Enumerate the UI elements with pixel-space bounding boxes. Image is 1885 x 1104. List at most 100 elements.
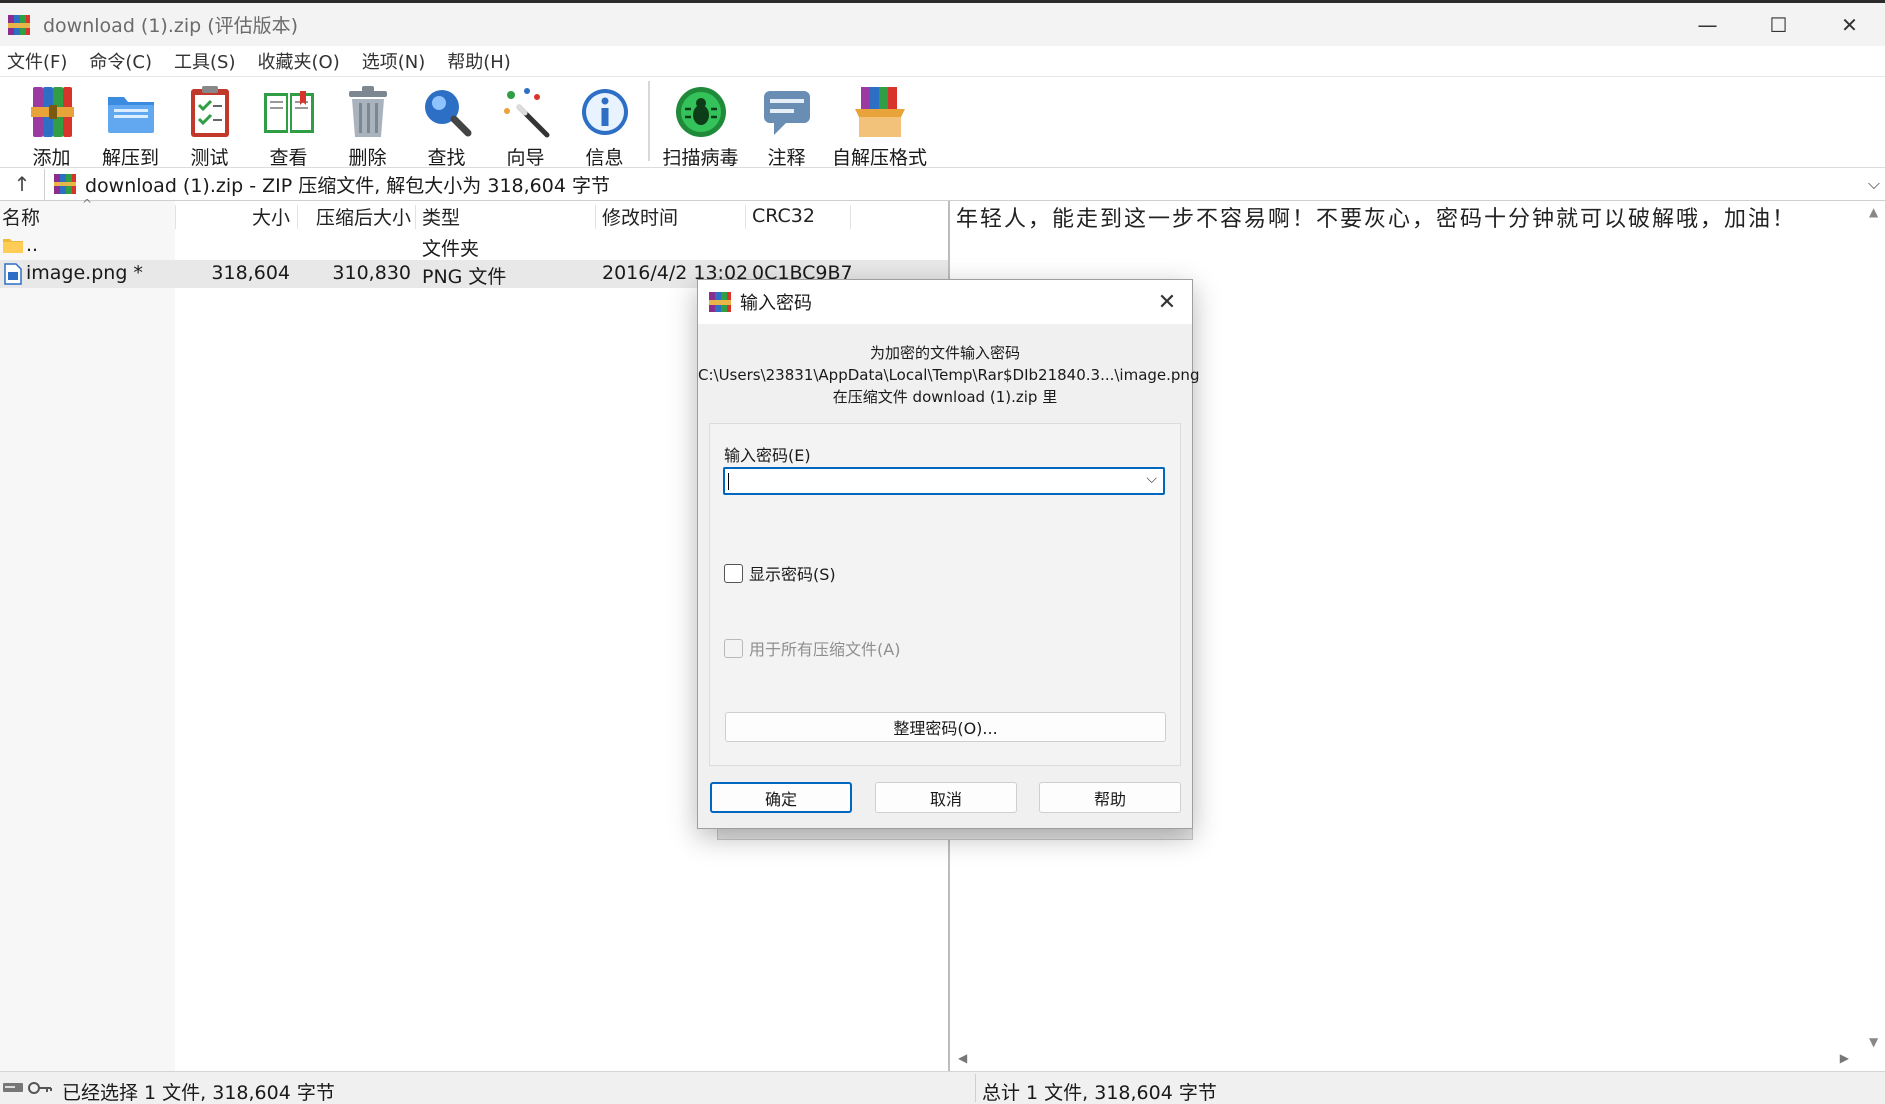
- extract-folder-icon: [107, 97, 154, 133]
- scroll-left-icon[interactable]: ◀: [958, 1051, 967, 1065]
- help-button[interactable]: 帮助: [1039, 782, 1181, 813]
- scroll-up-icon[interactable]: ▲: [1869, 205, 1878, 219]
- file-name: image.png *: [26, 262, 143, 284]
- column-header-size[interactable]: 大小: [176, 201, 290, 231]
- extract-to-button[interactable]: 解压到: [91, 77, 170, 170]
- checkbox-box[interactable]: [724, 563, 743, 583]
- menu-favorites[interactable]: 收藏夹(O): [258, 48, 340, 74]
- toolbar-separator: [648, 81, 650, 161]
- column-header-type[interactable]: 类型: [422, 201, 592, 231]
- path-text: download (1).zip - ZIP 压缩文件, 解包大小为 318,6…: [85, 174, 610, 197]
- minimize-button[interactable]: —: [1672, 3, 1743, 46]
- menu-options[interactable]: 选项(N): [362, 48, 426, 74]
- wizard-button[interactable]: 向导: [486, 77, 565, 170]
- winrar-app-icon: [8, 14, 30, 35]
- column-header-packed[interactable]: 压缩后大小: [298, 201, 411, 231]
- info-button[interactable]: 信息: [565, 77, 644, 170]
- comment-button[interactable]: 注释: [747, 77, 826, 170]
- path-bar: ↑ download (1).zip - ZIP 压缩文件, 解包大小为 318…: [0, 168, 1885, 201]
- view-button[interactable]: 查看: [249, 77, 328, 170]
- dialog-title: 输入密码: [740, 293, 812, 314]
- toolbar: 添加 解压到 测试 查看 删除 查找 向导 信息 扫描病毒 注释 自解压格式: [0, 76, 1885, 170]
- menu-help[interactable]: 帮助(H): [447, 48, 511, 74]
- status-total: 总计 1 文件, 318,604 字节: [982, 1082, 1217, 1104]
- find-button[interactable]: 查找: [407, 77, 486, 170]
- column-divider[interactable]: [850, 205, 851, 229]
- path-field[interactable]: download (1).zip - ZIP 压缩文件, 解包大小为 318,6…: [44, 168, 1885, 200]
- drive-icon: [3, 1083, 23, 1092]
- status-selection: 已经选择 1 文件, 318,604 字节: [62, 1082, 335, 1104]
- file-size: 318,604: [211, 262, 290, 284]
- password-group: 输入密码(E) ⌵ 显示密码(S) 用于所有压缩文件(A) 整理密码(O)...: [709, 423, 1181, 766]
- key-lock-icon: [28, 1082, 52, 1094]
- column-divider[interactable]: [745, 205, 746, 229]
- horizontal-scrollbar[interactable]: ◀ ▶: [950, 1051, 1867, 1071]
- view-book-icon: [263, 91, 314, 133]
- menu-commands[interactable]: 命令(C): [89, 48, 152, 74]
- menu-file[interactable]: 文件(F): [7, 48, 67, 74]
- delete-button[interactable]: 删除: [328, 77, 407, 170]
- sfx-button[interactable]: 自解压格式: [826, 77, 933, 170]
- menu-bar: 文件(F) 命令(C) 工具(S) 收藏夹(O) 选项(N) 帮助(H): [0, 46, 1885, 76]
- column-divider[interactable]: [415, 205, 416, 229]
- vertical-scrollbar[interactable]: ▲ ▼: [1865, 201, 1885, 1051]
- maximize-button[interactable]: ☐: [1743, 3, 1814, 46]
- status-divider: [975, 1074, 976, 1102]
- checkbox-box[interactable]: [724, 638, 743, 658]
- show-password-checkbox[interactable]: 显示密码(S): [724, 561, 836, 585]
- table-row[interactable]: .. 文件夹: [0, 232, 948, 260]
- info-line-archive: 在压缩文件 download (1).zip 里: [832, 388, 1058, 406]
- cancel-button[interactable]: 取消: [875, 782, 1017, 813]
- status-bar: 已经选择 1 文件, 318,604 字节 总计 1 文件, 318,604 字…: [0, 1071, 1885, 1104]
- file-name: ..: [26, 234, 39, 256]
- magnifier-icon: [424, 90, 471, 137]
- ok-button[interactable]: 确定: [710, 782, 852, 813]
- scroll-right-icon[interactable]: ▶: [1840, 1051, 1849, 1065]
- status-icons: [2, 1080, 53, 1096]
- test-button[interactable]: 测试: [170, 77, 249, 170]
- column-header-modified[interactable]: 修改时间: [602, 201, 742, 231]
- window-title: download (1).zip (评估版本): [43, 15, 299, 37]
- add-button[interactable]: 添加: [12, 77, 91, 170]
- organize-passwords-button[interactable]: 整理密码(O)...: [725, 712, 1166, 742]
- trash-icon: [348, 86, 387, 137]
- password-label: 输入密码(E): [724, 446, 811, 465]
- menu-tools[interactable]: 工具(S): [174, 48, 235, 74]
- magic-wand-icon: [503, 88, 549, 138]
- dialog-close-button[interactable]: ✕: [1152, 288, 1182, 316]
- use-for-all-checkbox[interactable]: 用于所有压缩文件(A): [724, 636, 900, 660]
- up-folder-button[interactable]: ↑: [0, 172, 44, 196]
- bug-icon: [675, 87, 726, 137]
- text-caret: [728, 473, 729, 490]
- add-archive-icon: [30, 87, 74, 137]
- column-divider[interactable]: [595, 205, 596, 229]
- column-header-crc[interactable]: CRC32: [752, 201, 847, 231]
- password-dropdown-icon[interactable]: ⌵: [1146, 471, 1157, 487]
- title-bar: download (1).zip (评估版本) — ☐ ✕: [0, 0, 1885, 46]
- info-line-path: C:\Users\23831\AppData\Local\Temp\Rar$DI…: [698, 366, 1200, 384]
- winrar-app-icon: [709, 292, 731, 312]
- dialog-info: 为加密的文件输入密码 C:\Users\23831\AppData\Local\…: [698, 342, 1200, 408]
- archive-comment: 年轻人，能走到这一步不容易啊！不要灰心，密码十分钟就可以破解哦，加油！: [956, 207, 1797, 232]
- scroll-down-icon[interactable]: ▼: [1869, 1035, 1878, 1049]
- path-dropdown-icon[interactable]: ⌵: [1863, 174, 1885, 194]
- file-type: PNG 文件: [422, 266, 507, 288]
- close-window-button[interactable]: ✕: [1814, 3, 1885, 46]
- info-line-prompt: 为加密的文件输入密码: [869, 344, 1020, 362]
- file-type: 文件夹: [422, 238, 480, 260]
- info-icon: [581, 89, 628, 135]
- sort-ascending-icon: ^: [82, 197, 93, 211]
- sfx-box-icon: [854, 87, 905, 137]
- image-file-icon: [4, 263, 22, 290]
- password-input[interactable]: ⌵: [723, 467, 1165, 495]
- scan-virus-button[interactable]: 扫描病毒: [654, 77, 747, 170]
- archive-icon: [54, 174, 76, 194]
- folder-icon: [2, 236, 24, 259]
- comment-bubble-icon: [763, 91, 810, 135]
- window-controls: — ☐ ✕: [1672, 3, 1885, 46]
- password-dialog: 输入密码 ✕ 为加密的文件输入密码 C:\Users\23831\AppData…: [697, 279, 1200, 829]
- file-packed-size: 310,830: [332, 262, 411, 284]
- name-column-shade: [0, 201, 175, 1071]
- column-header-name[interactable]: 名称 ^: [2, 197, 174, 231]
- test-clipboard-icon: [190, 86, 229, 137]
